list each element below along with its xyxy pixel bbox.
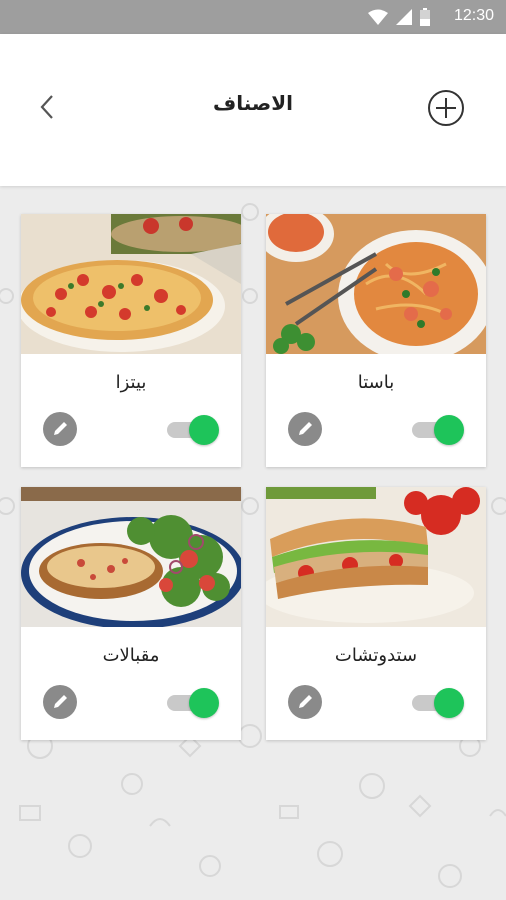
enabled-toggle[interactable] <box>412 414 464 445</box>
pizza-image <box>21 214 241 354</box>
category-card-pizza[interactable]: بيتزا <box>21 214 241 467</box>
toggle-knob <box>189 688 219 718</box>
pencil-icon <box>54 422 67 435</box>
status-bar: 12:30 <box>0 0 506 34</box>
category-name: ستدوتشات <box>334 645 418 666</box>
category-name: مقبالات <box>102 645 160 666</box>
signal-icon <box>396 9 412 25</box>
pencil-icon <box>299 422 312 435</box>
category-name: باستا <box>357 372 395 393</box>
pencil-icon <box>299 695 312 708</box>
edit-button[interactable] <box>43 685 77 719</box>
appetizer-image <box>21 487 241 627</box>
edit-button[interactable] <box>43 412 77 446</box>
add-category-button[interactable] <box>426 88 466 128</box>
toggle-knob <box>434 688 464 718</box>
category-card-sandwiches[interactable]: ستدوتشات <box>266 487 486 740</box>
category-name: بيتزا <box>115 372 147 393</box>
status-time: 12:30 <box>453 7 494 24</box>
category-card-appetizers[interactable]: مقبالات <box>21 487 241 740</box>
battery-icon <box>420 8 430 26</box>
pencil-icon <box>54 695 67 708</box>
toggle-knob <box>434 415 464 445</box>
plus-circle-icon <box>428 90 464 126</box>
sandwich-image <box>266 487 486 627</box>
status-icons <box>368 8 430 26</box>
edit-button[interactable] <box>288 412 322 446</box>
enabled-toggle[interactable] <box>167 414 219 445</box>
enabled-toggle[interactable] <box>167 687 219 718</box>
toggle-knob <box>189 415 219 445</box>
wifi-icon <box>368 9 388 25</box>
content-area: باستا بيتزا ستدوتشات مقبالات <box>0 186 506 900</box>
app-bar: الاصناف <box>0 34 506 186</box>
category-card-pasta[interactable]: باستا <box>266 214 486 467</box>
enabled-toggle[interactable] <box>412 687 464 718</box>
edit-button[interactable] <box>288 685 322 719</box>
pasta-image <box>266 214 486 354</box>
